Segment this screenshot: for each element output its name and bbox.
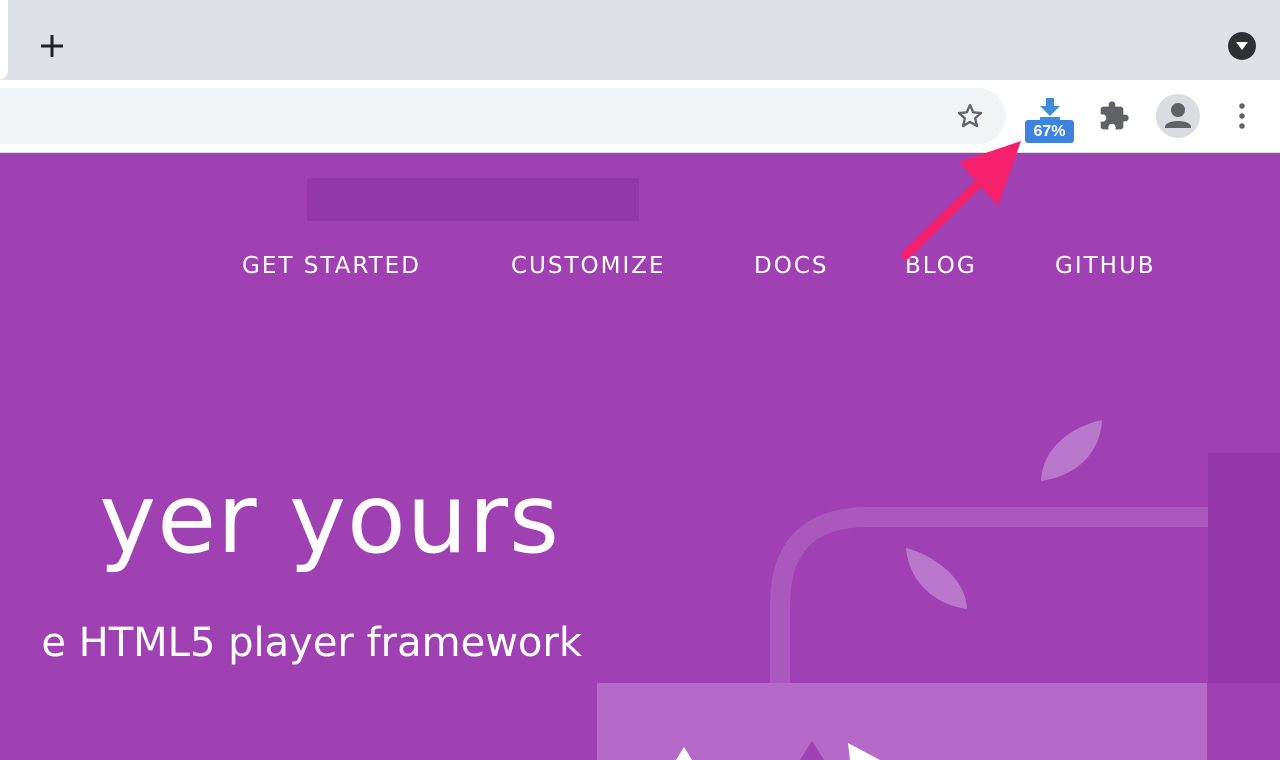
browser-menu-button[interactable] — [1224, 98, 1260, 134]
web-page: GET STARTED CUSTOMIZE DOCS BLOG GITHUB y… — [0, 153, 1280, 760]
extensions-button[interactable] — [1096, 98, 1132, 134]
bookmark-button[interactable] — [952, 98, 988, 134]
chevron-down-icon — [1236, 42, 1248, 50]
tab-strip — [0, 0, 1280, 80]
download-progress-badge: 67% — [1025, 120, 1074, 143]
address-bar[interactable] — [0, 88, 1006, 144]
hero-title: yer yours — [99, 463, 560, 575]
active-tab-edge[interactable] — [0, 0, 8, 80]
download-arrow-icon — [1040, 98, 1060, 120]
kebab-menu-icon — [1239, 103, 1245, 129]
tab-search-button[interactable] — [1228, 32, 1256, 60]
hero-subtitle: e HTML5 player framework — [41, 620, 582, 666]
puzzle-piece-icon — [1100, 101, 1129, 130]
download-button[interactable]: 67% — [1022, 94, 1078, 144]
star-icon — [957, 103, 983, 128]
plus-icon — [41, 35, 63, 57]
new-tab-button[interactable] — [34, 28, 70, 64]
hero-illustration — [597, 420, 1280, 760]
person-icon — [1165, 103, 1191, 128]
browser-toolbar: 67% — [0, 80, 1280, 153]
profile-button[interactable] — [1156, 94, 1200, 138]
